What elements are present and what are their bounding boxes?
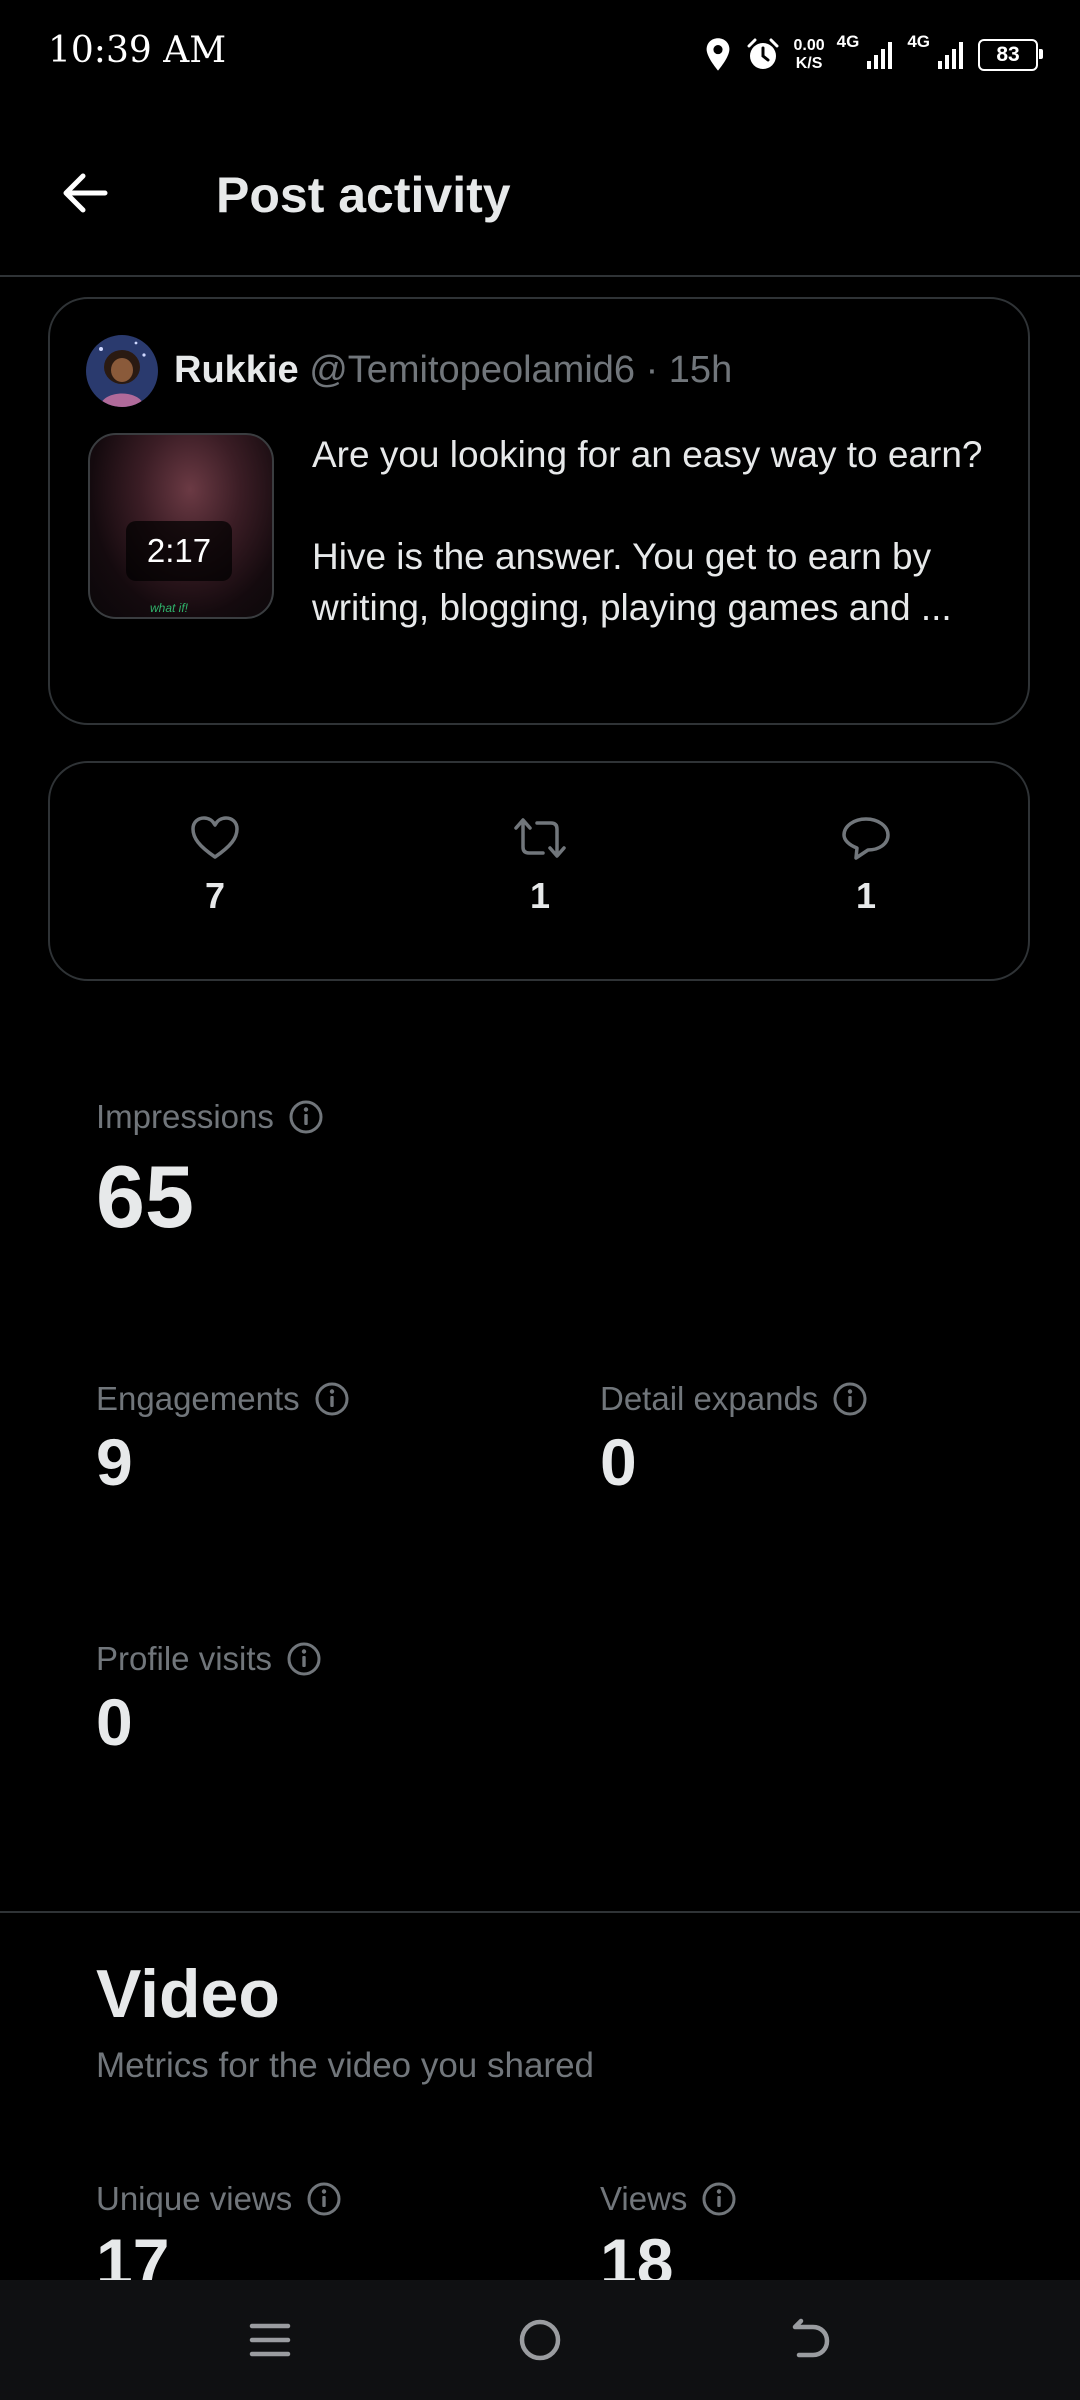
replies-stat[interactable]: 1 [806, 815, 926, 917]
detail-expands-label-row: Detail expands [600, 1380, 868, 1418]
network-type-2: 4G [907, 32, 930, 51]
profile-visits-metric: Profile visits 0 [96, 1640, 322, 1760]
unique-views-value: 17 [96, 2225, 170, 2280]
back-button[interactable] [50, 158, 120, 228]
info-icon[interactable] [832, 1381, 868, 1417]
impressions-label: Impressions [96, 1098, 274, 1135]
network-type-1: 4G [836, 32, 860, 51]
heart-icon [191, 816, 239, 859]
profile-visits-label-row: Profile visits [96, 1640, 322, 1678]
network-speed-value: 0.00 [793, 37, 825, 54]
alarm-icon [747, 38, 779, 69]
info-icon[interactable] [314, 1381, 350, 1417]
views-label: Views [600, 2180, 688, 2217]
impressions-metric: Impressions 65 [96, 1098, 324, 1248]
avatar-image [86, 335, 158, 407]
detail-expands-metric: Detail expands 0 [600, 1380, 868, 1500]
post-text: Are you looking for an easy way to earn?… [312, 429, 1012, 633]
video-metrics-row: Unique views 17 Views 18 [0, 2180, 1080, 2280]
impressions-value: 65 [96, 1147, 194, 1246]
engagements-metric: Engagements 9 [96, 1380, 350, 1500]
network-speed-unit: K/S [795, 55, 823, 72]
video-thumbnail[interactable]: 2:17 what if! [88, 433, 274, 619]
views-metric: Views 18 [600, 2180, 737, 2280]
post-text-line-1: Are you looking for an easy way to earn? [312, 434, 983, 475]
video-section-subtitle: Metrics for the video you shared [96, 2046, 595, 2085]
engagements-label-row: Engagements [96, 1380, 350, 1418]
system-nav-bar [0, 2280, 1080, 2400]
author-line: Rukkie @Temitopeolamid6 · 15h [174, 349, 732, 392]
unique-views-label-row: Unique views [96, 2180, 342, 2218]
profile-visits-value: 0 [96, 1685, 133, 1759]
location-icon [707, 38, 730, 71]
repost-icon [514, 818, 566, 858]
post-card[interactable]: Rukkie @Temitopeolamid6 · 15h 2:17 what … [48, 297, 1030, 725]
unique-views-metric: Unique views 17 [96, 2180, 342, 2280]
thumbnail-watermark: what if! [150, 601, 189, 615]
engagement-stats-card: 7 1 1 [48, 761, 1030, 981]
status-bar: 10:39 AM 0.00 K/S 4G 4G 83 [0, 0, 1080, 110]
back-gesture-icon [792, 2318, 830, 2358]
network-speed: 0.00 K/S [793, 37, 824, 73]
views-value: 18 [600, 2225, 674, 2280]
info-icon[interactable] [701, 2181, 737, 2217]
back-nav-button[interactable] [775, 2310, 845, 2370]
video-duration: 2:17 [126, 521, 232, 581]
detail-expands-label: Detail expands [600, 1380, 819, 1417]
author-handle-time: @Temitopeolamid6 · 15h [309, 349, 733, 391]
recent-apps-button[interactable] [235, 2310, 305, 2370]
signal-icon-1 [867, 42, 893, 69]
post-text-line-2: Hive is the answer. You get to earn by w… [312, 536, 952, 628]
engagements-label: Engagements [96, 1380, 300, 1417]
info-icon[interactable] [286, 1641, 322, 1677]
info-icon[interactable] [288, 1099, 324, 1135]
views-label-row: Views [600, 2180, 737, 2218]
battery-level: 83 [996, 43, 1020, 66]
likes-stat[interactable]: 7 [155, 815, 275, 917]
section-divider [0, 1911, 1080, 1913]
impressions-label-row: Impressions [96, 1098, 324, 1136]
engagements-value: 9 [96, 1425, 133, 1499]
author-name[interactable]: Rukkie [174, 349, 299, 391]
reply-icon [842, 817, 890, 860]
profile-visits-label: Profile visits [96, 1640, 273, 1677]
detail-expands-value: 0 [600, 1425, 637, 1499]
likes-count: 7 [204, 875, 226, 916]
status-icons: 0.00 K/S 4G 4G 83 [703, 30, 1043, 80]
reposts-count: 1 [529, 875, 551, 916]
replies-count: 1 [855, 875, 877, 916]
video-section-title: Video [96, 1956, 280, 2032]
info-icon[interactable] [306, 2181, 342, 2217]
back-arrow-icon [63, 173, 108, 213]
status-time: 10:39 AM [48, 30, 227, 71]
signal-icon-2 [938, 42, 963, 69]
reposts-stat[interactable]: 1 [480, 815, 600, 917]
header: Post activity [0, 110, 1080, 277]
avatar[interactable] [86, 335, 158, 407]
menu-icon [249, 2323, 291, 2357]
unique-views-label: Unique views [96, 2180, 293, 2217]
page-title: Post activity [216, 167, 511, 223]
home-circle-icon [519, 2319, 561, 2361]
home-button[interactable] [505, 2310, 575, 2370]
battery-icon: 83 [978, 39, 1043, 71]
